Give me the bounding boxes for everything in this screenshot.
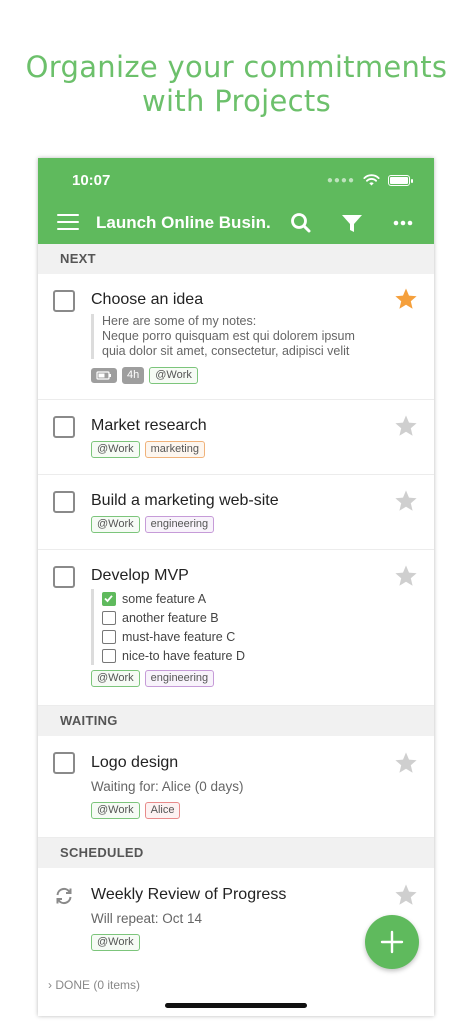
task-tags: 4h @Work: [91, 367, 434, 384]
checklist-item[interactable]: some feature A: [102, 589, 434, 608]
plus-icon: [380, 930, 404, 954]
task-market-research[interactable]: Market research @Work marketing: [38, 400, 434, 475]
note-line: Neque porro quisquam est qui dolorem ips…: [102, 329, 355, 343]
chevron-right-icon: ›: [48, 978, 52, 992]
task-choose-idea[interactable]: Choose an idea Here are some of my notes…: [38, 274, 434, 400]
project-title: Launch Online Busin...: [96, 213, 271, 232]
checkbox-icon[interactable]: [102, 610, 116, 625]
headline-line-1: Organize your commitments: [25, 50, 448, 84]
task-title: Logo design: [91, 754, 179, 771]
star-icon[interactable]: [394, 287, 418, 311]
section-waiting: WAITING: [38, 706, 434, 736]
context-tag[interactable]: @Work: [91, 441, 140, 458]
task-title: Market research: [91, 417, 207, 434]
status-icons: ●●●●: [326, 174, 413, 186]
home-indicator: [165, 1003, 307, 1008]
checklist-item[interactable]: nice-to have feature D: [102, 646, 434, 665]
person-tag[interactable]: Alice: [144, 802, 181, 819]
star-icon[interactable]: [394, 489, 418, 513]
estimate-badge: 4h: [122, 367, 145, 384]
repeat-icon: [56, 887, 72, 905]
task-checkbox[interactable]: [53, 752, 75, 774]
task-tags: @Work Alice: [91, 802, 434, 819]
context-tag[interactable]: @Work: [91, 802, 140, 819]
task-build-website[interactable]: Build a marketing web-site @Work enginee…: [38, 475, 434, 550]
star-icon[interactable]: [394, 414, 418, 438]
context-tag[interactable]: @Work: [91, 516, 140, 533]
task-develop-mvp[interactable]: Develop MVP some feature A another featu…: [38, 550, 434, 706]
task-checkbox[interactable]: [53, 491, 75, 513]
section-done-label: DONE (0 items): [55, 978, 141, 992]
checkbox-checked-icon[interactable]: [102, 591, 116, 606]
app-bar: 10:07 ●●●● Launch Online Busin...: [38, 158, 434, 244]
search-icon[interactable]: [288, 210, 314, 236]
task-tags: @Work engineering: [91, 516, 434, 533]
signal-icon: ●●●●: [326, 174, 355, 186]
section-scheduled: SCHEDULED: [38, 838, 434, 868]
task-list: NEXT Choose an idea Here are some of my …: [38, 244, 434, 970]
phone-screen: 10:07 ●●●● Launch Online Busin... NEXT C…: [38, 158, 434, 1016]
note-line: quia dolor sit amet, consectetur, adipis…: [102, 344, 350, 358]
task-notes: Here are some of my notes: Neque porro q…: [91, 314, 434, 359]
checklist-item[interactable]: must-have feature C: [102, 627, 434, 646]
checklist-label: another feature B: [122, 610, 219, 625]
task-title: Develop MVP: [91, 567, 189, 584]
task-title: Weekly Review of Progress: [91, 886, 287, 903]
task-title: Choose an idea: [91, 291, 204, 308]
promo-headline: Organize your commitments with Projects: [0, 50, 473, 118]
tag-engineering[interactable]: engineering: [144, 670, 215, 687]
section-done[interactable]: › DONE (0 items): [48, 978, 140, 992]
section-next: NEXT: [38, 244, 434, 274]
filter-icon[interactable]: [339, 210, 365, 236]
task-title: Build a marketing web-site: [91, 492, 279, 509]
tag-engineering[interactable]: engineering: [144, 516, 215, 533]
checkbox-icon[interactable]: [102, 648, 116, 663]
star-icon[interactable]: [394, 883, 418, 907]
wifi-icon: [363, 174, 380, 186]
task-checkbox[interactable]: [53, 416, 75, 438]
task-logo-design[interactable]: Logo design Waiting for: Alice (0 days) …: [38, 736, 434, 838]
energy-icon: [91, 368, 117, 383]
status-time: 10:07: [72, 172, 111, 189]
menu-icon[interactable]: [57, 214, 79, 230]
checklist-label: some feature A: [122, 591, 207, 606]
add-task-button[interactable]: [365, 915, 419, 969]
star-icon[interactable]: [394, 751, 418, 775]
headline-line-2: with Projects: [142, 84, 331, 118]
battery-icon: [388, 174, 413, 186]
waiting-for-text: Waiting for: Alice (0 days): [91, 779, 244, 794]
subtask-checklist: some feature A another feature B must-ha…: [91, 589, 434, 665]
task-tags: @Work marketing: [91, 441, 434, 458]
checklist-item[interactable]: another feature B: [102, 608, 434, 627]
task-checkbox[interactable]: [53, 290, 75, 312]
checklist-label: nice-to have feature D: [122, 648, 245, 663]
checkbox-icon[interactable]: [102, 629, 116, 644]
context-tag[interactable]: @Work: [91, 670, 140, 687]
context-tag[interactable]: @Work: [91, 934, 140, 951]
context-tag[interactable]: @Work: [149, 367, 198, 384]
more-icon[interactable]: [390, 210, 416, 236]
task-tags: @Work engineering: [91, 670, 434, 687]
tag-marketing[interactable]: marketing: [144, 441, 205, 458]
task-checkbox[interactable]: [53, 566, 75, 588]
star-icon[interactable]: [394, 564, 418, 588]
checklist-label: must-have feature C: [122, 629, 236, 644]
note-line: Here are some of my notes:: [102, 314, 257, 328]
